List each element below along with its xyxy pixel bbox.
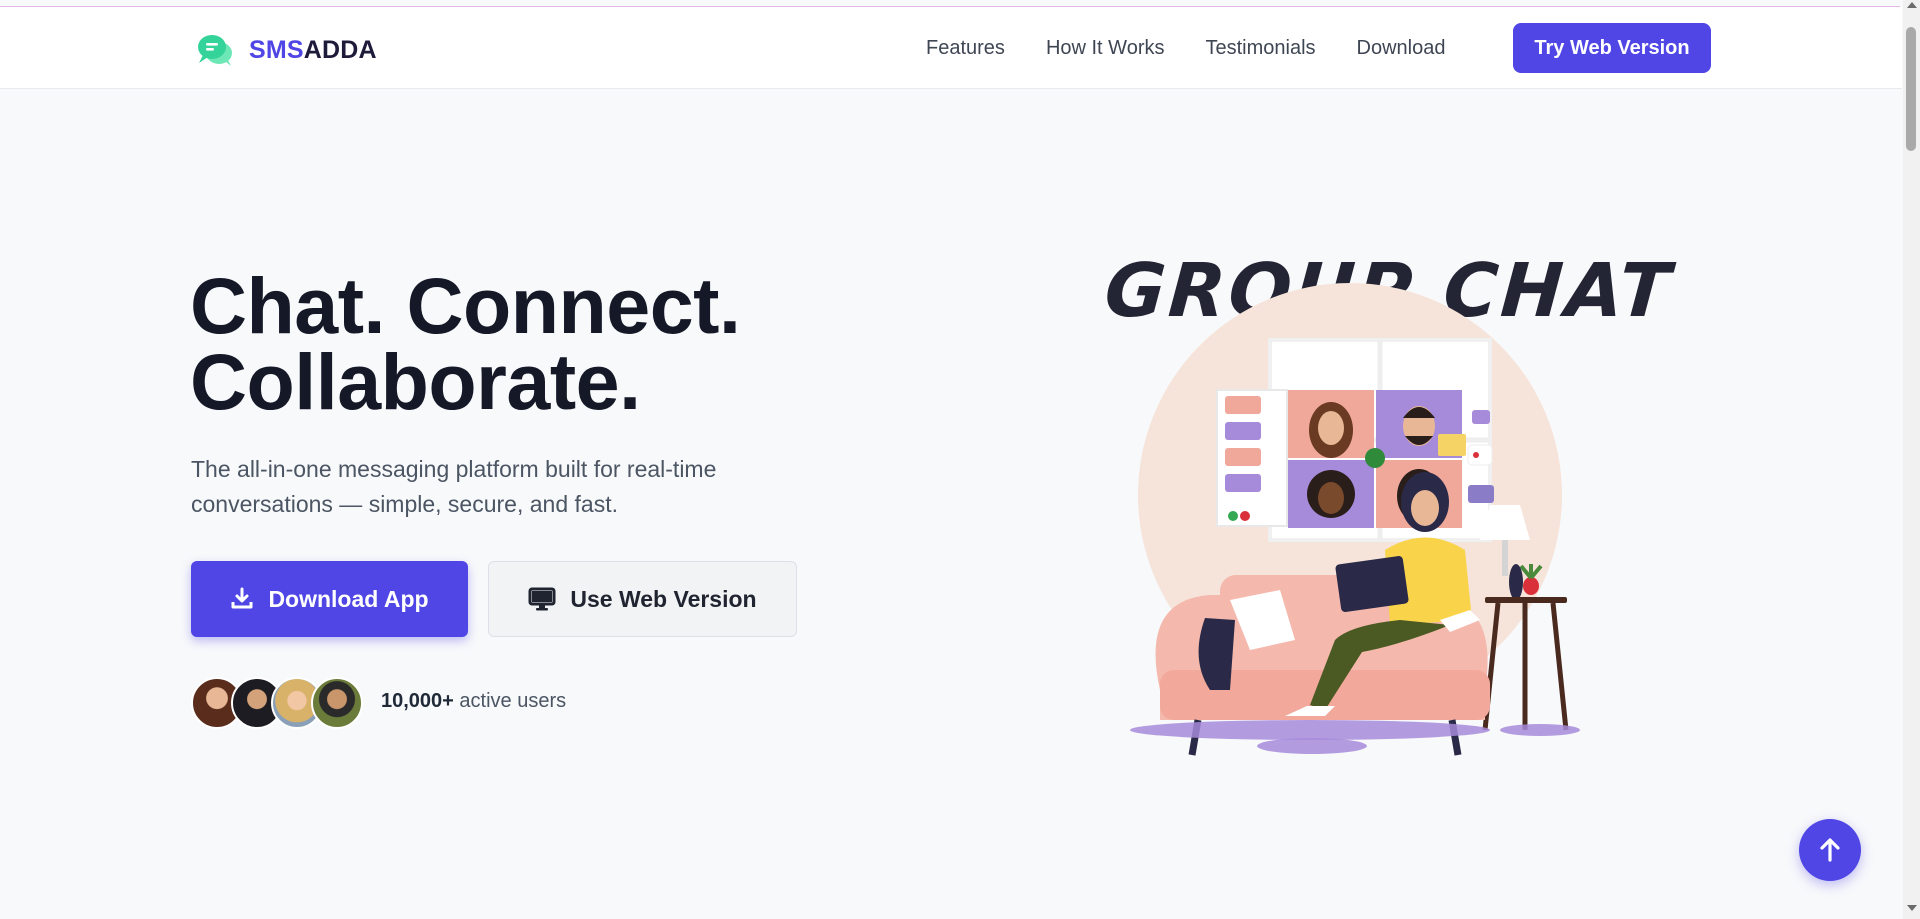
hero-title-line1: Chat. Connect.	[190, 261, 741, 350]
active-users-count: 10,000+	[381, 690, 454, 712]
nav-link-testimonials[interactable]: Testimonials	[1205, 37, 1315, 60]
use-web-version-button[interactable]: Use Web Version	[488, 561, 797, 637]
scroll-down-arrow-icon[interactable]	[1907, 905, 1917, 911]
active-users-label: active users	[453, 690, 567, 712]
try-web-version-button[interactable]: Try Web Version	[1513, 23, 1711, 73]
monitor-icon	[528, 587, 556, 611]
scroll-up-arrow-icon[interactable]	[1907, 2, 1917, 8]
brand-name-part1: SMS	[249, 35, 304, 64]
site-header: SMSADDA Features How It Works Testimonia…	[0, 7, 1902, 89]
active-users-text: 10,000+ active users	[381, 690, 566, 713]
use-web-version-label: Use Web Version	[570, 585, 757, 612]
download-icon	[231, 587, 253, 609]
scroll-to-top-button[interactable]	[1799, 819, 1861, 881]
user-avatars	[191, 677, 371, 729]
avatar	[311, 677, 363, 729]
hero-subtitle: The all-in-one messaging platform built …	[191, 456, 717, 517]
download-app-label: Download App	[268, 585, 429, 612]
nav-link-how-it-works[interactable]: How It Works	[1046, 37, 1165, 60]
download-app-button[interactable]: Download App	[191, 561, 468, 637]
scrollbar-thumb[interactable]	[1906, 27, 1916, 151]
arrow-up-icon	[1820, 838, 1840, 862]
hero-title: Chat. Connect. Collaborate.	[190, 261, 741, 426]
chat-bubbles-icon	[198, 35, 232, 66]
brand-name-part2: ADDA	[303, 35, 377, 64]
group-chat-illustration	[1130, 283, 1580, 756]
nav-link-features[interactable]: Features	[926, 37, 1005, 60]
main-nav: Features How It Works Testimonials Downl…	[926, 7, 1445, 89]
brand-logo[interactable]: SMSADDA	[197, 33, 377, 67]
brand-name: SMSADDA	[249, 36, 377, 65]
page-scrollbar[interactable]	[1903, 0, 1920, 919]
hero-title-line2: Collaborate.	[190, 337, 641, 426]
nav-link-download[interactable]: Download	[1357, 37, 1446, 60]
